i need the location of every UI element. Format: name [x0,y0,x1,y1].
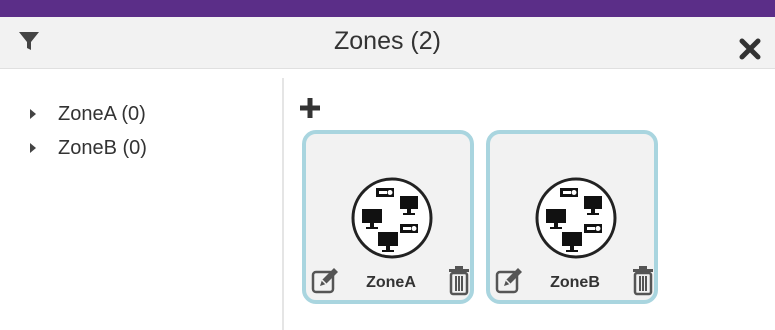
zone-card-zonea[interactable]: ZoneA [302,130,474,304]
zone-card-zoneb[interactable]: ZoneB [486,130,658,304]
panel-divider [282,78,284,330]
page-title: Zones (2) [334,27,441,55]
top-accent-bar [0,0,775,18]
caret-right-icon[interactable] [26,141,40,155]
trash-icon[interactable] [632,264,654,296]
panel-header: Zones (2) [0,17,775,69]
close-icon[interactable] [738,37,762,61]
tree-item-zoneb[interactable]: ZoneB (0) [26,134,147,162]
zone-devices-icon [351,177,433,259]
tree-item-label: ZoneB (0) [58,136,147,159]
zone-tree: ZoneA (0) ZoneB (0) [0,70,282,330]
zone-card-name: ZoneB [550,274,600,291]
caret-right-icon[interactable] [26,107,40,121]
zone-devices-icon [535,177,617,259]
purple-stripe [0,0,775,17]
zone-card-name: ZoneA [366,274,416,291]
trash-icon[interactable] [448,264,470,296]
tree-item-label: ZoneA (0) [58,102,146,125]
plus-icon[interactable] [298,96,322,120]
tree-item-zonea[interactable]: ZoneA (0) [26,100,146,128]
